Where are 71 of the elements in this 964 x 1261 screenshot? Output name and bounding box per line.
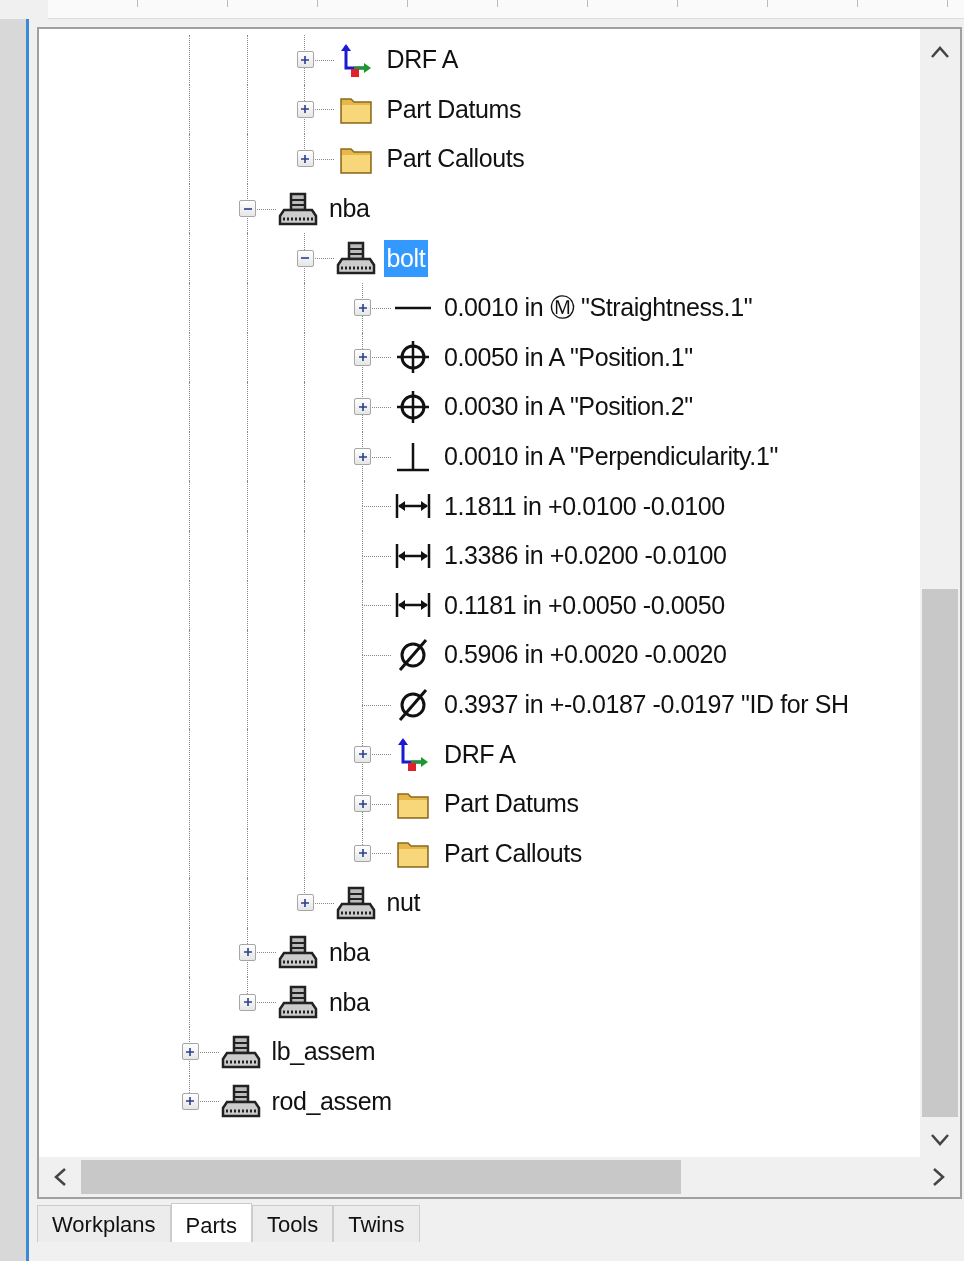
scroll-thumb[interactable] [922,589,958,1117]
part-icon [278,934,318,971]
expand-button[interactable] [239,944,257,961]
expand-button[interactable] [354,844,372,862]
expand-button[interactable] [296,51,314,69]
scroll-thumb[interactable] [81,1160,681,1194]
scroll-left-icon[interactable] [53,1167,67,1187]
part-icon [335,884,376,921]
tree-item[interactable]: 1.3386 in +0.0200 -0.0100 [441,537,730,575]
tree-item[interactable]: 0.0010 in A "Perpendicularity.1" [441,438,781,476]
line-icon [393,305,433,310]
plus-icon [356,301,369,314]
tree-item[interactable]: Part Datums [441,785,582,823]
tab[interactable]: Tools [251,1205,334,1242]
tree-item[interactable]: Part Datums [383,90,525,128]
plus-icon [356,748,369,761]
part-icon [220,1083,261,1120]
tree-item[interactable]: DRF A [441,735,519,773]
plus-icon [356,450,369,463]
tree-item[interactable]: Part Callouts [383,140,528,178]
expand-button[interactable] [354,299,372,317]
part-icon [335,240,376,277]
tree-item[interactable]: Part Callouts [441,834,585,872]
expand-button[interactable] [181,1043,199,1061]
tree-item[interactable]: nut [383,884,424,922]
scroll-down-icon[interactable] [930,1133,950,1147]
tree-item[interactable]: 0.0030 in A "Position.2" [441,388,696,426]
plus-icon [184,1045,197,1058]
expand-button[interactable] [354,398,372,416]
plus-icon [299,153,312,165]
expand-button[interactable] [239,993,257,1011]
tree-item[interactable]: 0.5906 in +0.0020 -0.0020 [441,636,730,674]
tree-item[interactable]: 0.3937 in +-0.0187 -0.0197 "ID for SH [441,686,852,723]
plus-icon [356,351,369,364]
tree-item[interactable]: 0.0050 in A "Position.1" [441,338,696,376]
tree-item[interactable]: lb_assem [268,1033,379,1071]
expand-button[interactable] [296,100,314,118]
tree-item[interactable]: nba [326,190,373,228]
scroll-up-icon[interactable] [930,45,950,59]
plus-icon [356,797,369,810]
expand-button[interactable] [296,150,314,168]
tab[interactable]: Workplans [37,1205,171,1242]
plus-icon [299,896,312,909]
plus-icon [299,103,312,116]
expand-button[interactable] [354,745,372,763]
tree-item[interactable]: rod_assem [268,1082,395,1120]
scroll-right-icon[interactable] [932,1167,946,1187]
plus-icon [241,946,254,959]
tab[interactable]: Twins [333,1205,420,1242]
part-icon [220,1033,261,1070]
expand-button[interactable] [181,1092,199,1110]
expand-button[interactable] [354,348,372,366]
part-icon [278,984,318,1021]
tree-item[interactable]: 0.0010 in Ⓜ "Straightness.1" [441,287,756,329]
plus-icon [356,400,369,413]
plus-icon [184,1095,197,1108]
tree-item[interactable]: nba [326,983,373,1021]
plus-icon [299,53,312,66]
collapse-button[interactable] [296,249,314,267]
tree-item[interactable]: DRF A [383,41,462,79]
tree-item[interactable]: 0.1181 in +0.0050 -0.0050 [441,586,728,624]
expand-button[interactable] [296,894,314,912]
tree-item[interactable]: 1.1811 in +0.0100 -0.0100 [441,487,728,525]
expand-button[interactable] [354,795,372,813]
tab[interactable]: Parts [170,1203,252,1242]
part-icon [278,190,318,227]
plus-icon [356,847,369,860]
tree-item[interactable]: nba [326,934,373,971]
expand-button[interactable] [354,448,372,466]
plus-icon [241,996,254,1009]
collapse-button[interactable] [239,200,257,218]
